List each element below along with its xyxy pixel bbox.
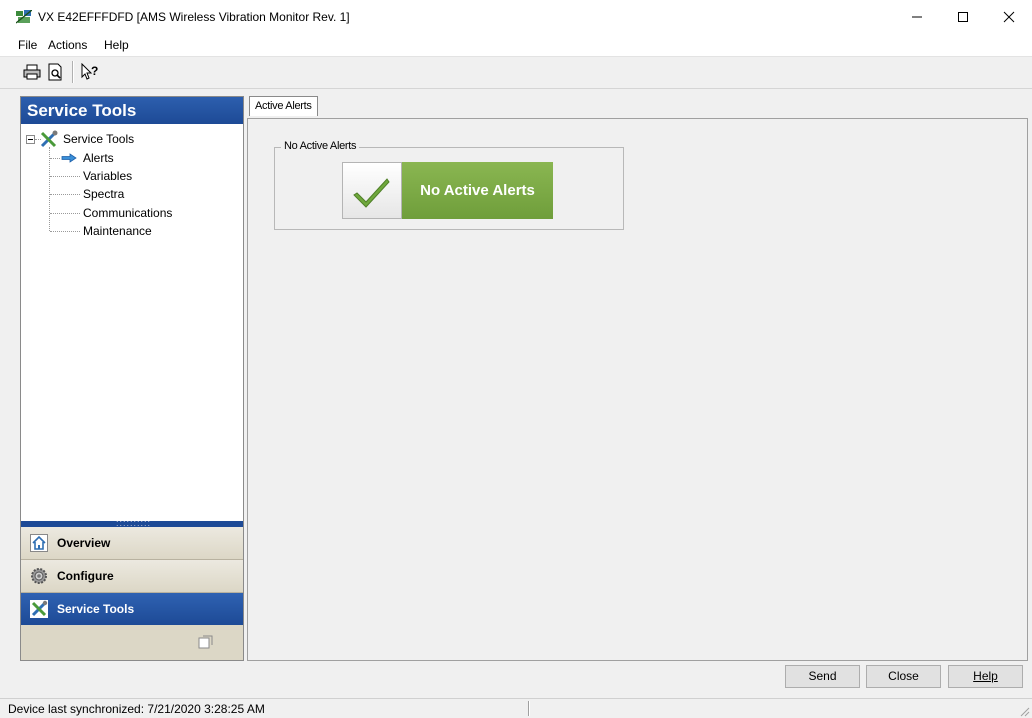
service-tools-icon — [40, 130, 58, 148]
menu-file[interactable]: File — [18, 38, 37, 52]
gear-icon — [31, 568, 47, 584]
service-tools-tree: Service Tools Alerts Variables Spectra C… — [21, 125, 243, 520]
alerts-group-label: No Active Alerts — [281, 140, 360, 152]
nav-header-title: Service Tools — [27, 101, 137, 120]
maximize-button[interactable] — [940, 0, 986, 34]
tree-connector — [49, 147, 50, 231]
toolbar: ? — [0, 57, 1032, 89]
arrow-right-icon — [61, 153, 77, 163]
tree-connector — [50, 213, 80, 214]
app-icon — [16, 10, 32, 24]
checkmark-icon — [353, 178, 390, 208]
toolbar-separator — [72, 61, 74, 83]
nav-button-configure[interactable]: Configure — [21, 560, 243, 593]
tree-connector — [50, 158, 60, 159]
tree-item-alerts[interactable]: Alerts — [83, 151, 114, 165]
nav-header: Service Tools — [21, 97, 243, 124]
close-window-button[interactable] — [986, 0, 1032, 34]
menu-actions[interactable]: Actions — [48, 38, 87, 52]
print-button[interactable] — [20, 60, 43, 84]
alert-status-banner: No Active Alerts — [342, 162, 553, 219]
status-separator — [528, 701, 530, 716]
tree-root-label[interactable]: Service Tools — [63, 132, 134, 146]
close-button[interactable]: Close — [866, 665, 941, 688]
print-icon — [23, 64, 40, 80]
nav-button-label: Configure — [57, 569, 114, 583]
tree-item-spectra[interactable]: Spectra — [83, 187, 124, 201]
status-bar: Device last synchronized: 7/21/2020 3:28… — [0, 698, 1032, 718]
context-help-button[interactable]: ? — [78, 60, 101, 84]
tree-item-variables[interactable]: Variables — [83, 169, 132, 183]
tab-active-alerts[interactable]: Active Alerts — [249, 96, 318, 116]
minimize-icon — [912, 16, 922, 18]
help-button[interactable]: Help — [948, 665, 1023, 688]
nav-button-overview[interactable]: Overview — [21, 527, 243, 560]
tree-connector — [50, 194, 80, 195]
alert-status-text: No Active Alerts — [402, 162, 553, 219]
title-bar: VX E42EFFFDFD [AMS Wireless Vibration Mo… — [0, 0, 1032, 34]
close-icon — [1003, 11, 1015, 23]
resize-grip-icon[interactable] — [1018, 705, 1030, 717]
nav-button-label: Service Tools — [57, 602, 135, 616]
print-preview-icon — [48, 63, 61, 81]
configure-buttons-icon[interactable] — [198, 635, 214, 649]
context-help-icon: ? — [81, 63, 98, 80]
tree-item-communications[interactable]: Communications — [83, 206, 172, 220]
home-icon — [30, 534, 48, 552]
maximize-icon — [958, 12, 968, 22]
tree-connector — [50, 231, 80, 232]
help-button-label: Help — [973, 669, 998, 683]
svg-text:?: ? — [91, 64, 98, 78]
status-text: Device last synchronized: 7/21/2020 3:28… — [8, 702, 265, 716]
minimize-button[interactable] — [894, 0, 940, 34]
collapse-icon[interactable] — [26, 135, 35, 144]
navigation-pane: Service Tools Service Tools Alerts Varia… — [20, 96, 244, 661]
service-tools-icon — [30, 600, 48, 618]
nav-footer — [21, 625, 243, 660]
nav-button-label: Overview — [57, 536, 111, 550]
nav-button-service-tools[interactable]: Service Tools — [21, 593, 243, 625]
tree-connector — [50, 176, 80, 177]
menu-bar: File Actions Help — [0, 34, 1032, 57]
alert-check-area — [342, 162, 402, 219]
tree-item-maintenance[interactable]: Maintenance — [83, 224, 152, 238]
menu-help[interactable]: Help — [104, 38, 129, 52]
print-preview-button[interactable] — [43, 60, 66, 84]
window-title: VX E42EFFFDFD [AMS Wireless Vibration Mo… — [38, 10, 350, 24]
send-button[interactable]: Send — [785, 665, 860, 688]
